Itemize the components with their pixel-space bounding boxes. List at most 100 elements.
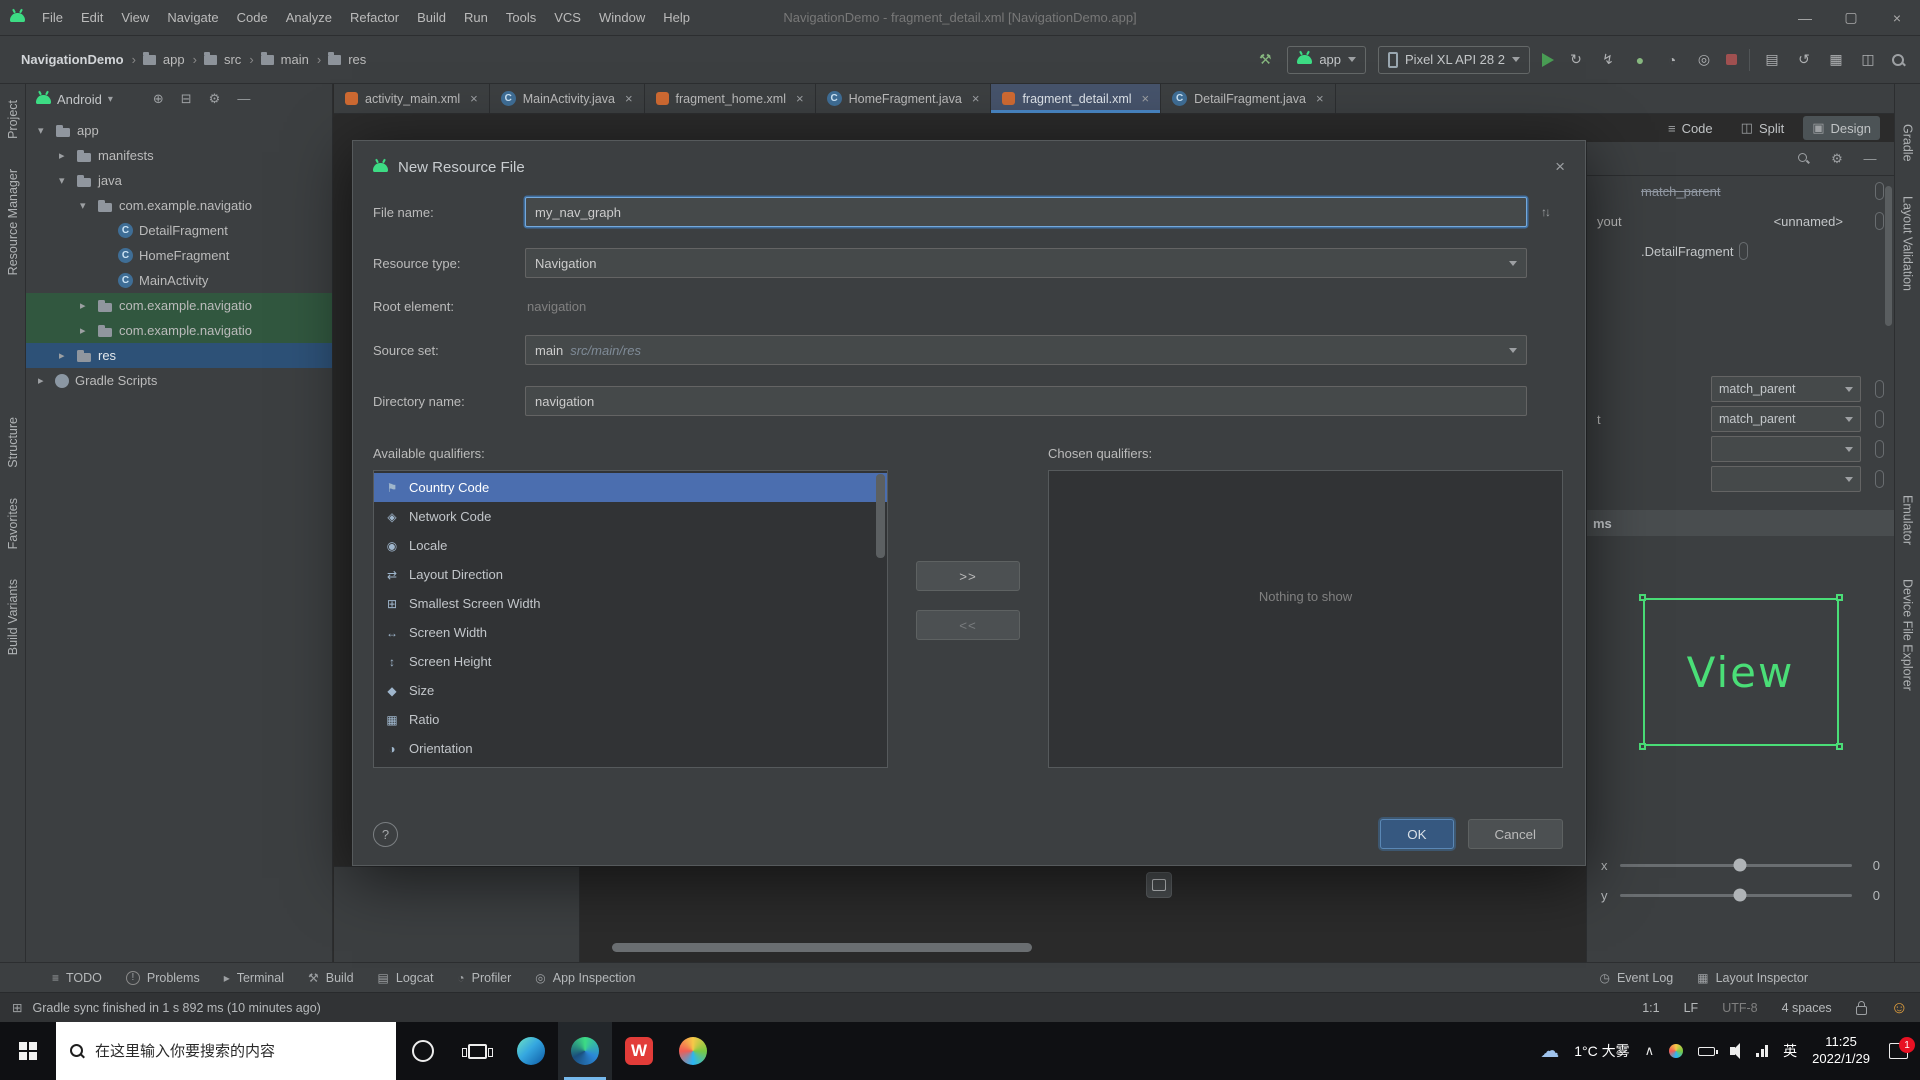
run-config-select[interactable]: app — [1287, 45, 1367, 74]
project-header-icon[interactable]: ⊕ — [153, 91, 164, 107]
tool-window-button[interactable]: Gradle — [1901, 124, 1915, 162]
resource-type-select[interactable]: Navigation — [525, 248, 1527, 278]
source-set-select[interactable]: main src/main/res — [525, 335, 1527, 365]
weather-text[interactable]: 1°C 大雾 — [1574, 1041, 1629, 1061]
value-picker-icon[interactable] — [1875, 182, 1884, 200]
menu-item[interactable]: Analyze — [277, 1, 341, 34]
qualifier-item[interactable]: ◈ Network Code — [374, 502, 887, 531]
close-tab-icon[interactable]: × — [1142, 91, 1150, 106]
tree-chevron-icon[interactable]: ▾ — [59, 174, 76, 187]
menu-item[interactable]: Code — [228, 1, 277, 34]
tool-window-button[interactable]: ▦ Layout Inspector — [1685, 971, 1820, 985]
menu-item[interactable]: Navigate — [158, 1, 227, 34]
tool-window-button[interactable]: ! Problems — [114, 970, 212, 985]
notification-center-icon[interactable]: 1 — [1889, 1037, 1915, 1059]
project-header-icon[interactable]: ⊟ — [181, 91, 192, 107]
resize-handle[interactable] — [1638, 743, 1646, 750]
pinned-app-button[interactable] — [666, 1022, 720, 1080]
minimize-button[interactable]: — — [1782, 0, 1828, 35]
qualifier-item[interactable]: ↕ Screen Height — [374, 647, 887, 676]
search-everywhere-icon[interactable] — [1890, 52, 1906, 68]
volume-icon[interactable] — [1730, 1043, 1741, 1059]
toolbar-action-icon[interactable]: ◎ — [1694, 50, 1714, 70]
breadcrumb-item[interactable]: › src — [193, 51, 241, 67]
add-qualifier-button[interactable]: >> — [915, 561, 1020, 591]
toolbar-action-icon[interactable]: ● — [1630, 50, 1650, 70]
menu-item[interactable]: VCS — [545, 1, 590, 34]
horizontal-scrollbar[interactable] — [612, 943, 1032, 952]
value-picker-icon[interactable] — [1739, 242, 1749, 260]
tool-window-button[interactable]: ◔ Profiler — [445, 971, 523, 985]
resize-handle[interactable] — [1835, 594, 1843, 601]
tool-window-button[interactable]: Project — [6, 100, 20, 139]
directory-name-input[interactable] — [525, 386, 1527, 416]
editor-tab[interactable]: fragment_home.xml × — [645, 84, 816, 113]
breadcrumb-item[interactable]: NavigationDemo — [14, 52, 124, 67]
qualifier-item[interactable]: ◉ Locale — [374, 531, 887, 560]
tray-app-icon[interactable] — [1669, 1044, 1684, 1058]
view-mode-button[interactable]: ◫ Split — [1732, 116, 1794, 140]
file-encoding[interactable]: UTF-8 — [1722, 1001, 1757, 1015]
qualifier-item[interactable]: ◑ Orientation — [374, 734, 887, 763]
tree-chevron-icon[interactable]: ▾ — [80, 199, 97, 212]
project-view-selector[interactable]: Android — [57, 92, 102, 107]
menu-item[interactable]: Tools — [497, 1, 545, 34]
tree-chevron-icon[interactable]: ▸ — [80, 299, 97, 312]
maximize-button[interactable]: ▢ — [1828, 0, 1874, 35]
tree-chevron-icon[interactable]: ▸ — [80, 324, 97, 337]
value-picker-icon[interactable] — [1875, 212, 1884, 230]
attributes-toolbar-icon[interactable]: ⚙ — [1829, 151, 1845, 167]
tree-row[interactable]: DetailFragment — [26, 218, 332, 243]
menu-item[interactable]: Refactor — [341, 1, 408, 34]
editor-tab[interactable]: MainActivity.java × — [490, 84, 645, 113]
battery-icon[interactable] — [1698, 1046, 1719, 1056]
android-studio-taskbar-button[interactable] — [558, 1022, 612, 1080]
taskbar-search-input[interactable] — [95, 1042, 383, 1060]
tree-chevron-icon[interactable]: ▸ — [59, 349, 76, 362]
caret-position[interactable]: 1:1 — [1642, 1001, 1659, 1015]
menu-item[interactable]: Help — [654, 1, 699, 34]
editor-tab[interactable]: DetailFragment.java × — [1161, 84, 1336, 113]
toolbar-action-icon[interactable]: ▤ — [1762, 50, 1782, 70]
tool-window-button[interactable]: Device File Explorer — [1901, 579, 1915, 691]
ok-button[interactable]: OK — [1380, 819, 1454, 849]
tree-row[interactable]: ▸ res — [26, 343, 332, 368]
resize-handle[interactable] — [1835, 743, 1843, 750]
qualifier-item[interactable]: ⊞ Smallest Screen Width — [374, 589, 887, 618]
breadcrumb-item[interactable]: › main — [249, 51, 309, 67]
attribute-value-select[interactable]: match_parent — [1711, 406, 1861, 432]
tool-window-button[interactable]: Build Variants — [6, 579, 20, 655]
view-mode-button[interactable]: ≡ Code — [1659, 117, 1722, 140]
close-tab-icon[interactable]: × — [470, 91, 478, 106]
menu-item[interactable]: File — [33, 1, 72, 34]
menu-item[interactable]: Window — [590, 1, 654, 34]
slider[interactable] — [1619, 858, 1852, 872]
value-picker-icon[interactable] — [1875, 440, 1884, 458]
resize-handle[interactable] — [1638, 594, 1646, 601]
tree-row[interactable]: ▸ manifests — [26, 143, 332, 168]
qualifier-item[interactable]: ▦ Ratio — [374, 705, 887, 734]
value-picker-icon[interactable] — [1875, 410, 1884, 428]
indent-setting[interactable]: 4 spaces — [1782, 1001, 1832, 1015]
value-picker-icon[interactable] — [1875, 470, 1884, 488]
close-tab-icon[interactable]: × — [1316, 91, 1324, 106]
toolbar-action-icon[interactable]: ◔ — [1662, 50, 1682, 70]
tree-row[interactable]: ▾ com.example.navigatio — [26, 193, 332, 218]
tree-chevron-icon[interactable]: ▾ — [38, 124, 55, 137]
ime-indicator[interactable]: 英 — [1783, 1041, 1797, 1061]
qualifier-item[interactable]: ⚑ Country Code — [374, 473, 887, 502]
dialog-close-icon[interactable]: × — [1555, 157, 1565, 177]
remove-qualifier-button[interactable]: << — [915, 610, 1020, 640]
tool-window-switcher-icon[interactable]: ⊞ — [12, 1000, 22, 1015]
device-select[interactable]: Pixel XL API 28 2 — [1378, 45, 1530, 74]
close-tab-icon[interactable]: × — [625, 91, 633, 106]
project-header-icon[interactable]: — — [237, 91, 250, 107]
attribute-value-select[interactable]: match_parent — [1711, 376, 1861, 402]
tool-window-button[interactable]: ◷ Event Log — [1587, 971, 1685, 985]
run-button[interactable] — [1542, 52, 1554, 67]
value-picker-icon[interactable] — [1875, 380, 1884, 398]
breadcrumb-item[interactable]: › res — [317, 51, 366, 67]
tool-window-button[interactable]: Layout Validation — [1901, 196, 1915, 291]
cancel-button[interactable]: Cancel — [1467, 819, 1563, 849]
toolbar-action-icon[interactable]: ↻ — [1566, 50, 1586, 70]
